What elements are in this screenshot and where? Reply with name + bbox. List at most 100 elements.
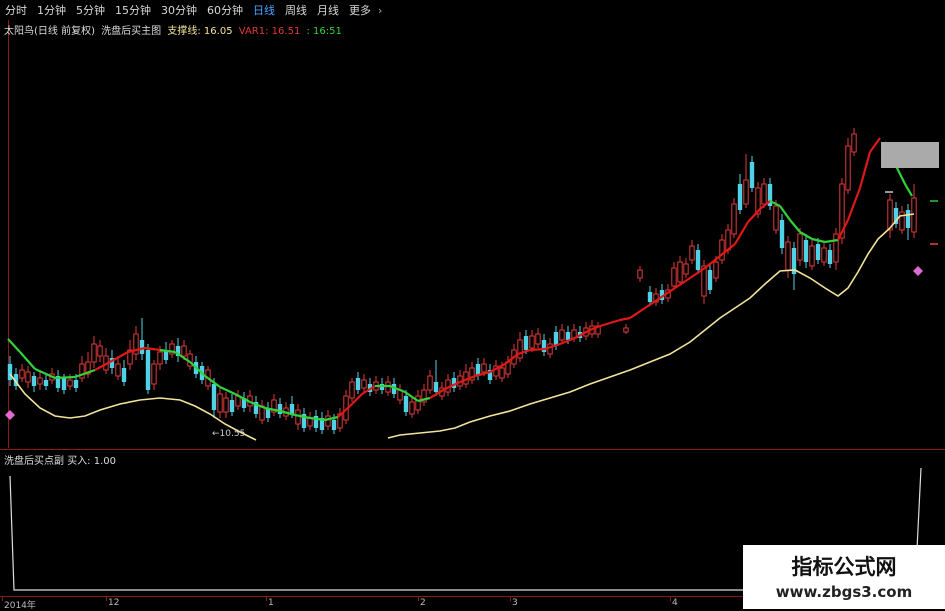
date-axis-label: 12 <box>108 598 120 608</box>
period-tab[interactable]: 60分钟 <box>202 2 248 18</box>
date-axis-tick <box>670 597 671 601</box>
date-axis-label: 1 <box>268 598 274 608</box>
candlestick <box>355 372 361 394</box>
candlestick <box>809 240 815 270</box>
main-candlestick-chart[interactable]: ←10.55 <box>0 34 945 449</box>
candlestick <box>241 392 247 412</box>
date-axis-tick <box>418 597 419 601</box>
candlestick <box>163 342 169 364</box>
candlestick <box>821 242 827 266</box>
candlestick <box>127 340 133 370</box>
candlestick <box>169 340 175 358</box>
candlestick <box>887 194 893 238</box>
period-tab[interactable]: 月线 <box>312 2 344 18</box>
candlestick <box>803 234 809 268</box>
candlestick <box>695 244 701 274</box>
ma-segment <box>846 187 862 221</box>
candlestick <box>301 408 307 432</box>
ma-segment <box>811 237 826 244</box>
candlestick <box>749 156 755 192</box>
candlestick <box>91 336 97 368</box>
period-tab[interactable]: 15分钟 <box>110 2 156 18</box>
ma-segment <box>219 386 236 395</box>
low-annotation: ←10.55 <box>212 429 245 439</box>
chevron-right-icon[interactable]: › <box>376 4 382 17</box>
candlestick <box>361 374 367 392</box>
candlestick <box>25 366 31 388</box>
candlestick <box>637 266 643 282</box>
candlestick <box>313 410 319 432</box>
candlestick <box>409 396 415 418</box>
candlestick <box>7 356 13 386</box>
candlestick <box>139 318 145 360</box>
candlestick <box>845 138 851 194</box>
candlestick <box>43 374 49 390</box>
ma-segment <box>144 346 161 352</box>
candlestick <box>229 394 235 416</box>
candlestick <box>623 324 629 334</box>
ma-segment <box>858 151 872 189</box>
ma-segment <box>789 219 801 233</box>
candlestick <box>677 256 683 286</box>
candlestick <box>457 370 463 390</box>
candlestick <box>397 384 403 404</box>
candlestick <box>683 258 689 278</box>
price-box <box>881 142 939 168</box>
candlestick <box>487 364 493 384</box>
candlestick <box>463 364 469 388</box>
ma-segment <box>7 338 21 353</box>
candlestick <box>689 240 695 264</box>
candlestick <box>595 322 601 338</box>
period-tab[interactable]: 分时 <box>0 2 32 18</box>
candlestick <box>253 396 259 418</box>
ma-segment <box>599 321 611 328</box>
candlestick <box>55 370 61 392</box>
candlestick <box>277 398 283 418</box>
candlestick <box>265 402 271 422</box>
diamond-icon <box>913 266 923 276</box>
candlestick <box>785 236 791 278</box>
candlestick <box>433 360 439 396</box>
candlestick <box>223 392 229 418</box>
period-tab[interactable]: 5分钟 <box>71 2 110 18</box>
candlestick <box>851 128 857 156</box>
candlestick <box>337 408 343 432</box>
candlestick <box>19 364 25 382</box>
period-tab[interactable]: 日线 <box>248 2 280 18</box>
candlestick <box>541 334 547 356</box>
candlestick <box>283 402 289 420</box>
candlestick <box>535 328 541 348</box>
diamond-icon <box>5 410 15 420</box>
candlestick <box>217 388 223 418</box>
candlestick <box>827 244 833 268</box>
candlestick <box>271 394 277 416</box>
candlestick <box>145 344 151 394</box>
candlestick <box>893 202 899 228</box>
date-axis-tick <box>266 597 267 601</box>
date-axis-label: 2 <box>420 598 426 608</box>
candlestick <box>719 234 725 264</box>
candlestick <box>707 264 713 294</box>
date-axis-label: 3 <box>512 598 518 608</box>
candlestick <box>671 262 677 290</box>
candlestick <box>767 178 773 210</box>
period-tab[interactable]: 更多 <box>344 2 376 18</box>
candlestick <box>151 360 157 390</box>
period-toolbar: 分时 1分钟 5分钟 15分钟 30分钟 60分钟 日线 周线 月线 更多 › <box>0 0 945 20</box>
ma-segment <box>54 375 76 380</box>
candlestick <box>653 288 659 306</box>
candlestick <box>815 238 821 264</box>
candlestick <box>445 374 451 396</box>
date-axis-tick <box>106 597 107 601</box>
period-tab[interactable]: 周线 <box>280 2 312 18</box>
period-tab[interactable]: 30分钟 <box>156 2 202 18</box>
candlestick <box>451 372 457 392</box>
candlestick <box>905 204 911 240</box>
ma-segment <box>529 347 546 352</box>
period-tab[interactable]: 1分钟 <box>32 2 71 18</box>
candlestick <box>791 242 797 290</box>
candlestick <box>737 174 743 214</box>
candlestick <box>133 326 139 360</box>
watermark: 指标公式网 www.zbgs3.com <box>743 545 945 609</box>
candlestick <box>421 384 427 406</box>
